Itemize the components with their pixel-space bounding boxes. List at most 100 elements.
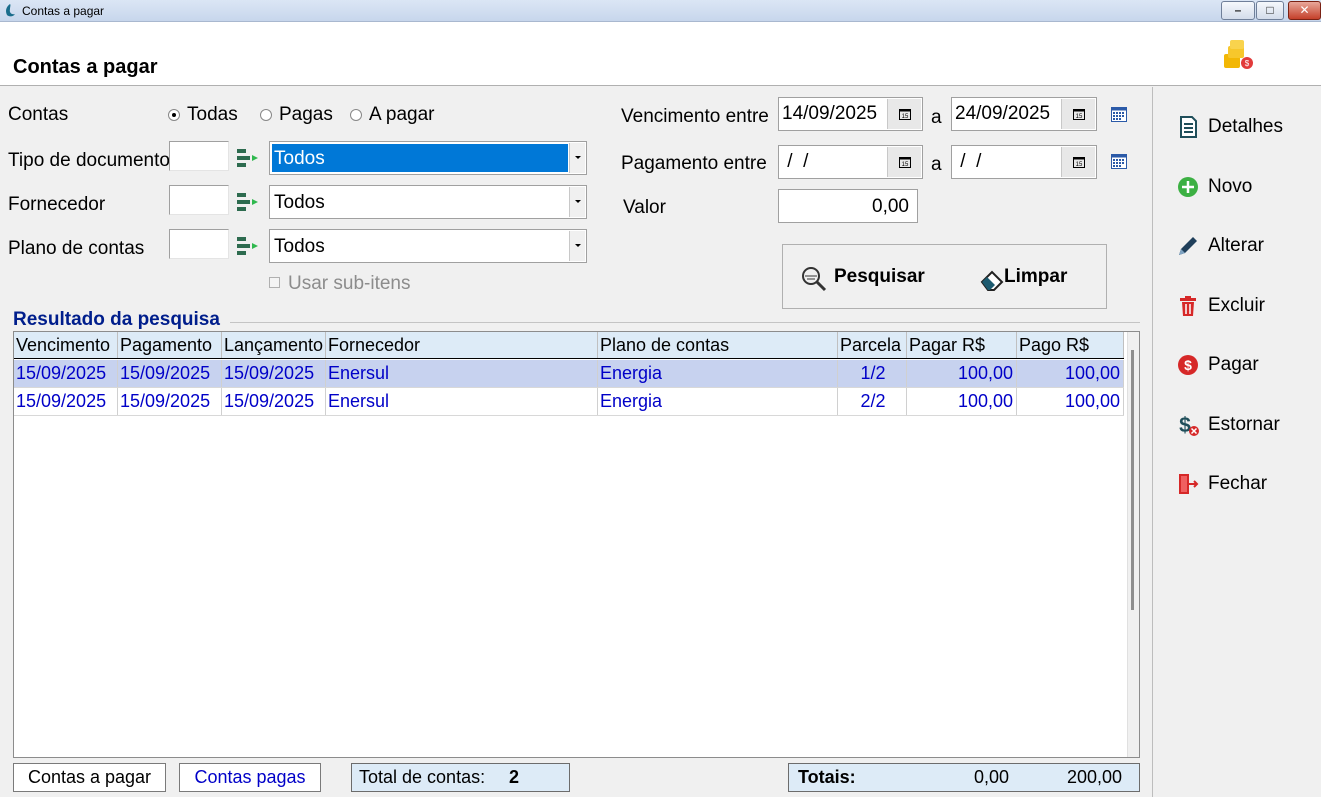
- total-contas-value: 2: [509, 767, 520, 787]
- radio-pagas[interactable]: [260, 109, 272, 121]
- minimize-button[interactable]: –: [1221, 1, 1255, 20]
- close-icon: ✕: [1299, 3, 1310, 17]
- plano-contas-label: Plano de contas: [8, 238, 145, 259]
- lookup-tree-icon[interactable]: [236, 191, 260, 215]
- novo-button[interactable]: Novo: [1174, 171, 1314, 203]
- col-plano-contas[interactable]: Plano de contas: [598, 332, 838, 358]
- limpar-label: Limpar: [1004, 266, 1068, 287]
- plus-circle-icon: [1178, 177, 1198, 197]
- cell-pagamento: 15/09/2025: [118, 388, 222, 415]
- chevron-down-icon[interactable]: [569, 231, 585, 261]
- window-titlebar[interactable]: Contas a pagar – □ ✕: [0, 0, 1321, 22]
- svg-text:15: 15: [902, 162, 909, 168]
- estornar-button[interactable]: $ Estornar: [1174, 409, 1314, 441]
- calendar-range-icon[interactable]: [1111, 107, 1127, 122]
- col-pagar[interactable]: Pagar R$: [907, 332, 1017, 358]
- calendar-icon: 15: [1073, 109, 1085, 120]
- fornecedor-value: Todos: [274, 192, 325, 213]
- totais-box: Totais: 0,00 200,00: [788, 763, 1140, 792]
- calendar-range-icon[interactable]: [1111, 154, 1127, 169]
- results-grid[interactable]: Vencimento Pagamento Lançamento Forneced…: [13, 331, 1140, 758]
- pagamento-from-input[interactable]: / / 15: [778, 145, 923, 179]
- vertical-scrollbar[interactable]: [1127, 332, 1139, 757]
- col-lancamento[interactable]: Lançamento: [222, 332, 326, 358]
- fornecedor-code-input[interactable]: [169, 185, 229, 215]
- radio-a-pagar-label[interactable]: A pagar: [369, 104, 435, 126]
- vencimento-label: Vencimento entre: [621, 106, 769, 127]
- radio-pagas-label[interactable]: Pagas: [279, 104, 333, 126]
- plano-contas-select[interactable]: Todos: [269, 229, 587, 263]
- dollar-circle-icon: $: [1178, 355, 1198, 375]
- contas-label: Contas: [8, 104, 69, 125]
- radio-a-pagar[interactable]: [350, 109, 362, 121]
- calendar-icon: 15: [1073, 157, 1085, 168]
- table-row[interactable]: 15/09/2025 15/09/2025 15/09/2025 Enersul…: [14, 360, 1124, 388]
- alterar-button[interactable]: Alterar: [1174, 230, 1314, 262]
- cell-pagar: 100,00: [907, 360, 1017, 387]
- tipo-documento-select[interactable]: Todos: [269, 141, 587, 175]
- valor-input[interactable]: 0,00: [778, 189, 918, 223]
- col-vencimento[interactable]: Vencimento: [14, 332, 118, 358]
- excluir-button[interactable]: Excluir: [1174, 290, 1314, 322]
- pagamento-from-value: / /: [782, 151, 809, 172]
- fornecedor-select[interactable]: Todos: [269, 185, 587, 219]
- page-title: Contas a pagar: [13, 56, 158, 78]
- restore-icon: □: [1266, 3, 1274, 17]
- sidebar-item-label: Novo: [1208, 176, 1253, 197]
- tipo-documento-code-input[interactable]: [169, 141, 229, 171]
- svg-text:15: 15: [1076, 162, 1083, 168]
- plano-contas-code-input[interactable]: [169, 229, 229, 259]
- limpar-button[interactable]: Limpar: [978, 263, 1098, 293]
- sidebar-item-label: Detalhes: [1208, 116, 1283, 137]
- document-icon: [1180, 116, 1197, 138]
- svg-text:15: 15: [1076, 114, 1083, 120]
- svg-text:15: 15: [902, 114, 909, 120]
- scrollbar-thumb[interactable]: [1131, 350, 1134, 610]
- chevron-down-icon[interactable]: [569, 187, 585, 217]
- lookup-tree-icon[interactable]: [236, 147, 260, 171]
- cell-lancamento: 15/09/2025: [222, 388, 326, 415]
- calendar-picker-button[interactable]: 15: [887, 147, 921, 177]
- fechar-button[interactable]: Fechar: [1174, 468, 1314, 500]
- radio-todas-label[interactable]: Todas: [187, 104, 238, 126]
- chevron-down-icon[interactable]: [569, 143, 585, 173]
- col-pagamento[interactable]: Pagamento: [118, 332, 222, 358]
- table-row[interactable]: 15/09/2025 15/09/2025 15/09/2025 Enersul…: [14, 388, 1124, 416]
- page-header: Contas a pagar $: [0, 22, 1321, 86]
- detalhes-button[interactable]: Detalhes: [1174, 111, 1314, 143]
- cell-plano-contas: Energia: [598, 360, 838, 387]
- tipo-documento-label: Tipo de documento: [8, 150, 170, 171]
- sub-itens-checkbox[interactable]: [269, 277, 280, 288]
- vencimento-from-input[interactable]: 14/09/2025 15: [778, 97, 923, 131]
- lookup-tree-icon[interactable]: [236, 235, 260, 259]
- col-fornecedor[interactable]: Fornecedor: [326, 332, 598, 358]
- maximize-button[interactable]: □: [1256, 1, 1284, 20]
- vencimento-to-value: 24/09/2025: [955, 103, 1051, 124]
- col-pago[interactable]: Pago R$: [1017, 332, 1124, 358]
- close-button[interactable]: ✕: [1288, 1, 1321, 20]
- calendar-picker-button[interactable]: 15: [1061, 99, 1095, 129]
- cell-pago: 100,00: [1017, 360, 1124, 387]
- cell-pago: 100,00: [1017, 388, 1124, 415]
- sidebar-item-label: Excluir: [1208, 295, 1266, 316]
- cell-vencimento: 15/09/2025: [14, 388, 118, 415]
- eraser-icon: [980, 270, 1004, 291]
- pagamento-label: Pagamento entre: [621, 153, 767, 174]
- app-icon: [6, 4, 15, 17]
- tab-contas-a-pagar[interactable]: Contas a pagar: [13, 763, 166, 792]
- results-title: Resultado da pesquisa: [13, 309, 220, 330]
- radio-todas[interactable]: [168, 109, 180, 121]
- calendar-picker-button[interactable]: 15: [1061, 147, 1095, 177]
- col-parcela[interactable]: Parcela: [838, 332, 907, 358]
- calendar-icon: 15: [899, 109, 911, 120]
- fornecedor-label: Fornecedor: [8, 194, 106, 215]
- cell-fornecedor: Enersul: [326, 388, 598, 415]
- calendar-picker-button[interactable]: 15: [887, 99, 921, 129]
- pagamento-to-input[interactable]: / / 15: [951, 145, 1097, 179]
- vencimento-to-input[interactable]: 24/09/2025 15: [951, 97, 1097, 131]
- cell-fornecedor: Enersul: [326, 360, 598, 387]
- plano-contas-value: Todos: [274, 236, 325, 257]
- pesquisar-button[interactable]: Pesquisar: [800, 263, 940, 293]
- pagar-button[interactable]: $ Pagar: [1174, 349, 1314, 381]
- tab-contas-pagas[interactable]: Contas pagas: [179, 763, 321, 792]
